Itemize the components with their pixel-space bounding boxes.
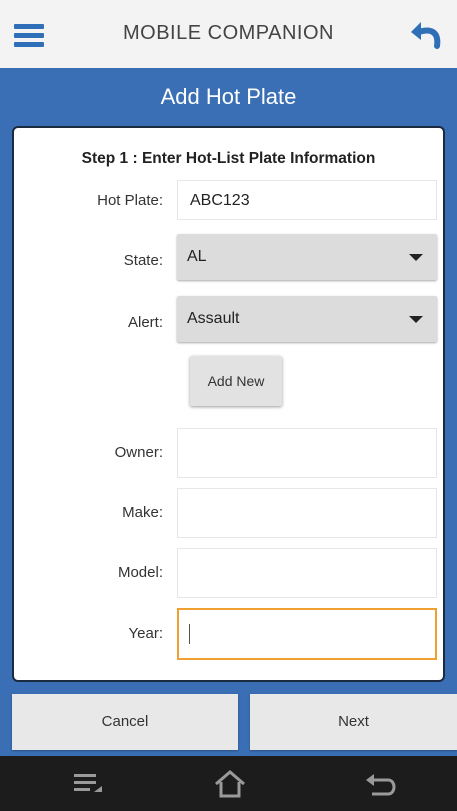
- home-icon[interactable]: [212, 766, 248, 802]
- system-nav-bar: [0, 756, 457, 811]
- model-label: Model:: [117, 564, 163, 581]
- step-title: Step 1 : Enter Hot-List Plate Informatio…: [81, 150, 376, 167]
- hot-plate-input[interactable]: ABC123: [177, 180, 437, 220]
- add-new-button[interactable]: Add New: [190, 356, 282, 406]
- text-cursor: [189, 623, 190, 644]
- chevron-down-icon: [409, 254, 423, 261]
- back-icon[interactable]: [362, 766, 398, 802]
- owner-label: Owner:: [114, 444, 163, 461]
- make-input[interactable]: [177, 488, 437, 538]
- back-arrow-icon[interactable]: [409, 18, 447, 52]
- state-value: AL: [187, 248, 207, 265]
- chevron-down-icon: [409, 316, 423, 323]
- owner-input[interactable]: [177, 428, 437, 478]
- model-input[interactable]: [177, 548, 437, 598]
- recent-apps-icon[interactable]: [70, 766, 106, 802]
- year-label: Year:: [128, 625, 163, 642]
- app-title: MOBILE COMPANION: [123, 22, 334, 44]
- next-button[interactable]: Next: [250, 694, 457, 750]
- alert-label: Alert:: [127, 314, 163, 331]
- app-bar: MOBILE COMPANION: [0, 0, 457, 68]
- action-bar: Cancel Next: [0, 694, 457, 750]
- form-card: Step 1 : Enter Hot-List Plate Informatio…: [12, 126, 445, 682]
- state-label: State:: [123, 252, 163, 269]
- year-input[interactable]: [177, 608, 437, 660]
- hot-plate-label: Hot Plate:: [97, 192, 163, 209]
- alert-select[interactable]: Assault: [177, 296, 437, 342]
- alert-value: Assault: [187, 310, 240, 327]
- make-label: Make:: [122, 504, 163, 521]
- screen-title: Add Hot Plate: [160, 84, 297, 109]
- cancel-button[interactable]: Cancel: [12, 694, 238, 750]
- state-select[interactable]: AL: [177, 234, 437, 280]
